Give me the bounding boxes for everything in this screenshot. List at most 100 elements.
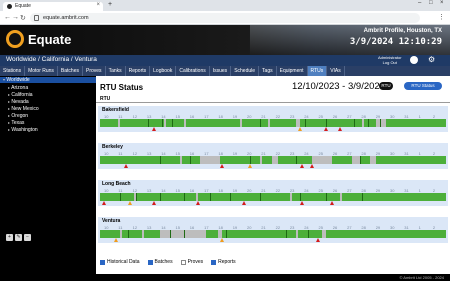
logout-link[interactable]: Log Out (378, 60, 402, 65)
event-marker[interactable] (260, 193, 261, 201)
maximize-icon[interactable]: □ (429, 0, 433, 6)
event-marker[interactable] (128, 230, 129, 238)
event-marker[interactable] (326, 119, 327, 127)
tab-batches[interactable]: Batches (58, 66, 83, 76)
event-marker[interactable] (260, 119, 261, 127)
tab-rtus[interactable]: RTUs (307, 66, 328, 76)
online-segment[interactable] (332, 156, 352, 164)
warning-marker-icon[interactable] (298, 127, 302, 131)
close-window-icon[interactable]: × (440, 0, 444, 6)
event-marker[interactable] (184, 230, 185, 238)
tree-item-texas[interactable]: ▸ Texas (8, 120, 24, 126)
tab-calibrations[interactable]: Calibrations (176, 66, 210, 76)
checkbox-batches[interactable]: Batches (147, 259, 173, 265)
avatar[interactable] (410, 56, 418, 64)
event-marker[interactable] (226, 230, 227, 238)
online-segment[interactable] (364, 119, 376, 127)
online-segment[interactable] (242, 119, 268, 127)
alarm-marker-icon[interactable] (310, 164, 314, 168)
rtu-view-button[interactable]: RTU (379, 82, 393, 90)
event-marker[interactable] (305, 119, 306, 127)
online-segment[interactable] (144, 230, 160, 238)
checkbox-icon[interactable] (180, 259, 186, 265)
event-marker[interactable] (210, 193, 211, 201)
rtu-status-view-button[interactable]: RTU Status (404, 82, 442, 90)
event-marker[interactable] (162, 119, 163, 127)
event-marker[interactable] (286, 230, 287, 238)
event-marker[interactable] (300, 193, 301, 201)
status-timeline[interactable] (100, 193, 446, 201)
tree-item-washington[interactable]: ▸ Washington (8, 127, 38, 133)
online-segment[interactable] (186, 119, 240, 127)
tab-motor-runs[interactable]: Motor Runs (25, 66, 58, 76)
event-marker[interactable] (190, 156, 191, 164)
online-segment[interactable] (222, 230, 296, 238)
tree-item-california[interactable]: ▸ California (8, 92, 33, 98)
edit-button[interactable]: ✎ (15, 234, 22, 241)
event-marker[interactable] (362, 193, 363, 201)
tab-stations[interactable]: Stations (0, 66, 26, 76)
event-marker[interactable] (172, 119, 173, 127)
checkbox-reports[interactable]: Reports (211, 259, 236, 265)
tab-proves[interactable]: Proves (83, 66, 106, 76)
online-segment[interactable] (300, 119, 362, 127)
tab-schedule[interactable]: Schedule (231, 66, 260, 76)
tab-issues[interactable]: Issues (210, 66, 232, 76)
checkbox-icon[interactable] (100, 259, 105, 265)
minimize-icon[interactable]: – (418, 0, 421, 6)
checkbox-proves[interactable]: Proves (180, 259, 203, 265)
event-marker[interactable] (308, 230, 309, 238)
browser-tab[interactable]: Equate × (3, 2, 103, 11)
alarm-marker-icon[interactable] (242, 201, 246, 205)
online-segment[interactable] (220, 156, 260, 164)
alarm-marker-icon[interactable] (316, 238, 320, 242)
alarm-marker-icon[interactable] (124, 164, 128, 168)
event-marker[interactable] (326, 193, 327, 201)
event-marker[interactable] (296, 156, 297, 164)
online-segment[interactable] (270, 119, 296, 127)
alarm-marker-icon[interactable] (196, 201, 200, 205)
checkbox-icon[interactable] (147, 259, 153, 265)
event-marker[interactable] (120, 193, 121, 201)
online-segment[interactable] (100, 193, 134, 201)
event-marker[interactable] (354, 119, 355, 127)
alarm-marker-icon[interactable] (152, 127, 156, 131)
online-segment[interactable] (136, 193, 196, 201)
browser-menu-icon[interactable]: ⋮ (438, 13, 445, 21)
online-segment[interactable] (120, 119, 164, 127)
online-segment[interactable] (100, 156, 180, 164)
online-segment[interactable] (360, 156, 370, 164)
url-input[interactable]: equate.ambrit.com (30, 13, 420, 23)
status-timeline[interactable] (100, 156, 446, 164)
alarm-marker-icon[interactable] (338, 127, 342, 131)
alarm-marker-icon[interactable] (330, 201, 334, 205)
status-timeline[interactable] (100, 230, 446, 238)
online-segment[interactable] (262, 156, 272, 164)
event-marker[interactable] (160, 193, 161, 201)
online-segment[interactable] (166, 119, 184, 127)
warning-marker-icon[interactable] (220, 238, 224, 242)
alarm-marker-icon[interactable] (102, 201, 106, 205)
online-segment[interactable] (376, 156, 446, 164)
warning-marker-icon[interactable] (114, 238, 118, 242)
alarm-marker-icon[interactable] (300, 201, 304, 205)
event-marker[interactable] (360, 156, 361, 164)
reload-icon[interactable]: ↻ (20, 14, 26, 22)
checkbox-icon[interactable] (211, 259, 217, 265)
online-segment[interactable] (206, 230, 218, 238)
event-marker[interactable] (230, 193, 231, 201)
close-tab-icon[interactable]: × (96, 2, 100, 8)
online-segment[interactable] (100, 230, 120, 238)
tab-vias[interactable]: VIAs (327, 66, 345, 76)
tab-equipment[interactable]: Equipment (277, 66, 308, 76)
breadcrumb[interactable]: Worldwide / California / Ventura (6, 56, 97, 63)
alarm-marker-icon[interactable] (324, 127, 328, 131)
event-marker[interactable] (148, 119, 149, 127)
online-segment[interactable] (298, 230, 322, 238)
event-marker[interactable] (250, 156, 251, 164)
event-marker[interactable] (160, 156, 161, 164)
event-marker[interactable] (368, 119, 369, 127)
tree-item-oregon[interactable]: ▸ Oregon (8, 113, 28, 119)
warning-marker-icon[interactable] (248, 164, 252, 168)
tab-tags[interactable]: Tags (259, 66, 277, 76)
